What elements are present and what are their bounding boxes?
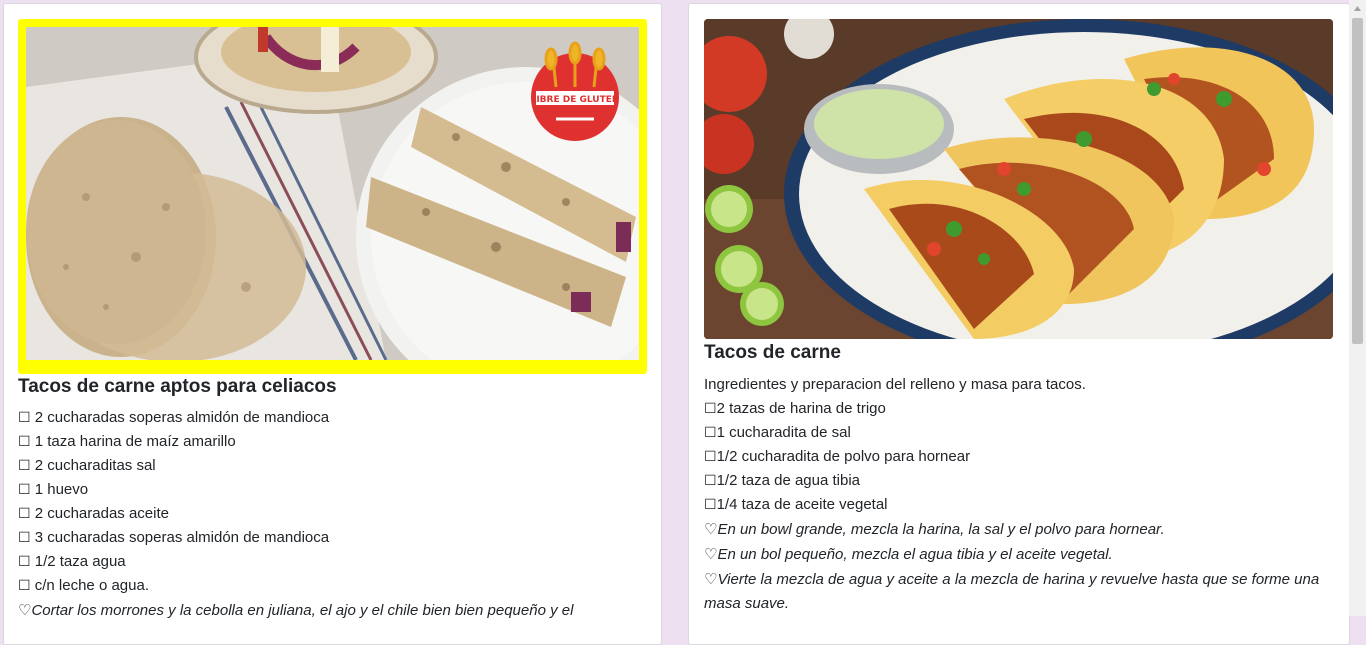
- recipe-image-highlight-frame[interactable]: LIBRE DE GLUTEN: [18, 19, 647, 374]
- recipe-title: Tacos de carne: [704, 342, 841, 363]
- ingredient-list: 2 cucharadas soperas almidón de mandioca…: [18, 406, 648, 623]
- step-item: Cortar los morrones y la cebolla en juli…: [18, 598, 648, 623]
- recipe-card-tacos-de-carne: Tacos de carne Ingredientes y preparacio…: [688, 3, 1350, 645]
- recipe-intro: Ingredientes y preparacion del relleno y…: [704, 376, 1086, 393]
- ingredient-list: 2 tazas de harina de trigo 1 cucharadita…: [704, 397, 1324, 616]
- ingredient-item: 1/2 cucharadita de polvo para hornear: [704, 445, 1324, 469]
- ingredient-item: 1/4 taza de aceite vegetal: [704, 493, 1324, 517]
- ingredient-item: 1 cucharadita de sal: [704, 421, 1324, 445]
- ingredient-item: 1/2 taza agua: [18, 550, 648, 574]
- tacos-photo-illustration: LIBRE DE GLUTEN: [26, 27, 639, 360]
- ingredient-item: 2 tazas de harina de trigo: [704, 397, 1324, 421]
- scrollbar-thumb[interactable]: [1352, 18, 1363, 344]
- vertical-scrollbar[interactable]: [1349, 0, 1366, 616]
- tacos-photo-illustration: [704, 19, 1333, 339]
- recipe-card-gluten-free: LIBRE DE GLUTEN Tacos de carne aptos par…: [3, 3, 662, 645]
- badge-label: LIBRE DE GLUTEN: [531, 95, 620, 105]
- recipe-image-tacos-de-carne[interactable]: [704, 19, 1333, 339]
- recipe-image-gluten-free-tacos[interactable]: LIBRE DE GLUTEN: [26, 27, 639, 360]
- ingredient-item: 2 cucharadas aceite: [18, 502, 648, 526]
- recipe-title: Tacos de carne aptos para celiacos: [18, 376, 337, 397]
- scroll-up-arrow-icon[interactable]: [1349, 0, 1366, 17]
- ingredient-item: 2 cucharaditas sal: [18, 454, 648, 478]
- ingredient-item: c/n leche o agua.: [18, 574, 648, 598]
- ingredient-item: 3 cucharadas soperas almidón de mandioca: [18, 526, 648, 550]
- ingredient-item: 1/2 taza de agua tibia: [704, 469, 1324, 493]
- step-item: En un bowl grande, mezcla la harina, la …: [704, 517, 1324, 542]
- ingredient-item: 1 huevo: [18, 478, 648, 502]
- step-item: En un bol pequeño, mezcla el agua tibia …: [704, 542, 1324, 567]
- ingredient-item: 1 taza harina de maíz amarillo: [18, 430, 648, 454]
- step-item: Vierte la mezcla de agua y aceite a la m…: [704, 567, 1324, 616]
- ingredient-item: 2 cucharadas soperas almidón de mandioca: [18, 406, 648, 430]
